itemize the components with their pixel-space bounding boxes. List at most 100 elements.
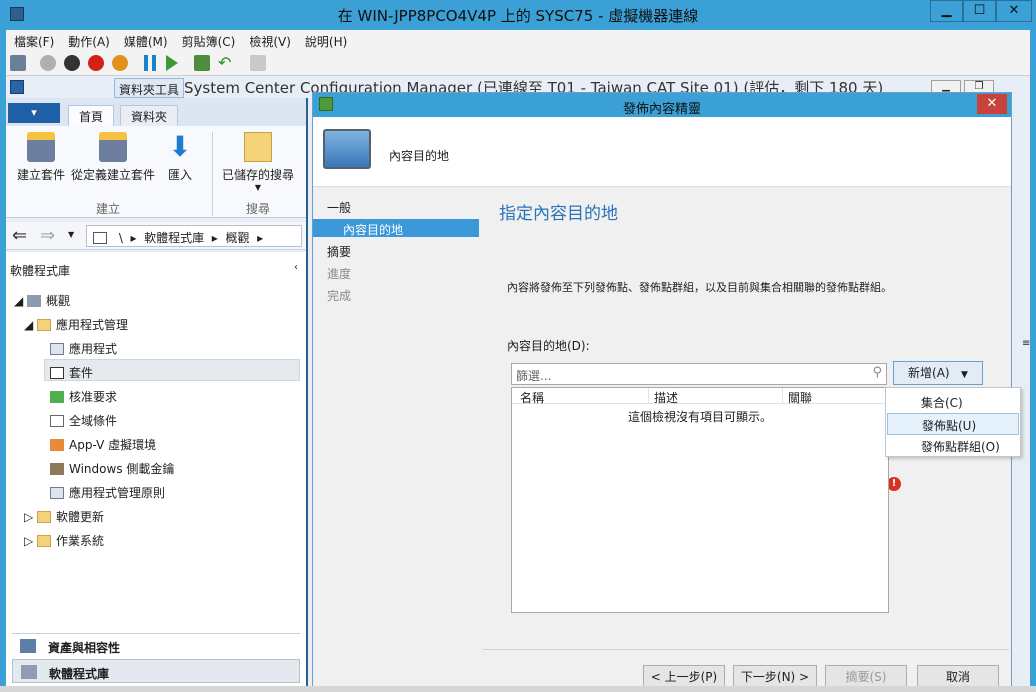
- step-summary: 摘要: [327, 245, 352, 259]
- wizard-title: 發佈內容精靈: [622, 102, 701, 117]
- tree-item-applications[interactable]: 應用程式: [50, 340, 117, 357]
- create-package-label: 建立套件: [16, 168, 65, 182]
- tree-item-software-updates[interactable]: ▷ 軟體更新: [24, 508, 104, 525]
- create-package-from-definition-button[interactable]: 從定義建立套件: [70, 132, 156, 183]
- workspace-software-library-label: 軟體程式庫: [49, 667, 110, 681]
- page-heading: 指定內容目的地: [499, 204, 618, 224]
- tree-item-operating-systems[interactable]: ▷ 作業系統: [24, 532, 104, 549]
- menu-item-distribution-point-group[interactable]: 發佈點群組(O): [887, 435, 1019, 457]
- menu-media[interactable]: 媒體(M): [116, 30, 174, 50]
- ctrl-alt-del-icon[interactable]: [10, 55, 26, 71]
- history-dropdown-icon[interactable]: ▼: [68, 230, 74, 239]
- menu-view[interactable]: 檢視(V): [241, 30, 297, 50]
- tree-item-packages[interactable]: 套件: [50, 364, 93, 381]
- tree-item-global-conditions[interactable]: 全域條件: [50, 412, 117, 429]
- tree-item-sideloading-keys[interactable]: Windows 側載金鑰: [50, 460, 174, 477]
- empty-list-message: 這個檢視沒有項目可顯示。: [627, 410, 772, 424]
- file-menu-button[interactable]: ▾: [8, 103, 60, 123]
- collapse-sidebar-icon[interactable]: ‹: [294, 262, 298, 273]
- filter-input[interactable]: 篩選... ⚲: [511, 363, 887, 385]
- column-name[interactable]: 名稱: [520, 389, 544, 406]
- import-label: 匯入: [167, 168, 192, 182]
- step-progress: 進度: [327, 267, 352, 281]
- group-create-label: 建立: [96, 202, 121, 216]
- overview-icon: [27, 295, 42, 307]
- tree-item-app-management[interactable]: ◢ 應用程式管理: [24, 316, 128, 333]
- minimize-button[interactable]: ▁: [930, 0, 963, 22]
- add-button[interactable]: 新增(A) ▼: [893, 361, 983, 385]
- tab-home[interactable]: 首頁: [68, 105, 115, 126]
- menu-help[interactable]: 說明(H): [297, 30, 353, 50]
- wizard-title-bar: 發佈內容精靈 ✕: [313, 93, 1011, 117]
- workspace-switcher: 資產與相容性 軟體程式庫: [12, 633, 300, 686]
- workspace-software-library[interactable]: 軟體程式庫: [12, 659, 300, 683]
- back-arrow-icon[interactable]: ⇐: [12, 225, 27, 246]
- add-dropdown-icon: ▼: [961, 370, 968, 380]
- menu-file[interactable]: 檔案(F): [6, 30, 60, 50]
- maximize-button[interactable]: ☐: [963, 0, 996, 22]
- content-destination-list[interactable]: 名稱 描述 關聯 這個檢視沒有項目可顯示。: [511, 387, 889, 613]
- shutdown-icon[interactable]: [88, 55, 104, 71]
- guest-screen: 資料夾工具 System Center Configuration Manage…: [6, 76, 1030, 686]
- assets-icon: [20, 639, 36, 653]
- column-divider: [782, 388, 783, 404]
- breadcrumb-overview[interactable]: 概觀: [225, 231, 249, 245]
- saved-searches-button[interactable]: 已儲存的搜尋 ▼: [220, 132, 296, 192]
- breadcrumb-root[interactable]: \: [119, 231, 123, 245]
- import-arrow-icon: ⬇: [168, 130, 192, 163]
- pane-splitter[interactable]: [306, 98, 308, 686]
- workspace-assets-compliance[interactable]: 資產與相容性: [12, 633, 300, 657]
- folder-icon: [37, 319, 52, 331]
- step-completion: 完成: [327, 289, 352, 303]
- resume-icon[interactable]: [166, 55, 178, 71]
- menu-clipboard[interactable]: 剪貼簿(C): [174, 30, 242, 50]
- list-header: 名稱 描述 關聯: [512, 388, 888, 406]
- column-description[interactable]: 描述: [654, 389, 678, 406]
- column-association[interactable]: 關聯: [788, 389, 812, 406]
- breadcrumb-software-library[interactable]: 軟體程式庫: [144, 231, 204, 245]
- tree-item-app-management-policies[interactable]: 應用程式管理原則: [50, 484, 165, 501]
- tree-item-approval-requests[interactable]: 核准要求: [50, 388, 117, 405]
- tree-item-appv-environments[interactable]: App-V 虛擬環境: [50, 436, 156, 453]
- import-button[interactable]: ⬇ 匯入: [162, 132, 198, 183]
- pause-icon[interactable]: [144, 55, 156, 71]
- start-icon[interactable]: [40, 55, 56, 71]
- policy-icon: [50, 487, 64, 499]
- expand-arrow-icon[interactable]: ▷: [24, 534, 37, 548]
- revert-icon[interactable]: ↶: [218, 55, 234, 71]
- next-button[interactable]: 下一步(N) >: [733, 665, 817, 686]
- tree-software-updates-label: 軟體更新: [56, 510, 105, 524]
- tree-policies-label: 應用程式管理原則: [69, 486, 166, 500]
- forward-arrow-icon[interactable]: ⇒: [40, 225, 55, 246]
- expand-arrow-icon[interactable]: ◢: [24, 318, 37, 332]
- tree-item-overview[interactable]: ◢ 概觀: [14, 292, 70, 309]
- checkpoint-icon[interactable]: [194, 55, 210, 71]
- page-description: 內容將發佈至下列發佈點、發佈點群組，以及目前與集合相關聯的發佈點群組。: [507, 281, 892, 294]
- tree-operating-systems-label: 作業系統: [56, 534, 105, 548]
- close-button[interactable]: ✕: [996, 0, 1032, 22]
- cancel-button[interactable]: 取消: [917, 665, 999, 686]
- guest-scrollbar[interactable]: ≡: [1022, 76, 1030, 686]
- ribbon-separator: [212, 132, 213, 216]
- group-search-label: 搜尋: [246, 202, 271, 216]
- search-icon[interactable]: ⚲: [872, 365, 882, 380]
- menu-action[interactable]: 動作(A): [60, 30, 116, 50]
- menu-item-distribution-point[interactable]: 發佈點(U): [887, 413, 1019, 435]
- error-icon: !: [887, 477, 901, 491]
- save-state-icon[interactable]: [112, 55, 128, 71]
- tab-folder[interactable]: 資料夾: [120, 105, 179, 126]
- navigation-bar: ⇐ ⇒ ▼ \ ▸ 軟體程式庫 ▸ 概觀 ▸: [6, 222, 306, 250]
- wizard-header-text: 內容目的地: [389, 149, 450, 163]
- menu-item-collection[interactable]: 集合(C): [887, 391, 1019, 413]
- previous-button[interactable]: < 上一步(P): [643, 665, 725, 686]
- status-strip: [0, 686, 1036, 692]
- wizard-close-button[interactable]: ✕: [977, 94, 1007, 114]
- summary-button[interactable]: 摘要(S): [825, 665, 907, 686]
- enhanced-session-icon[interactable]: [250, 55, 266, 71]
- turn-off-icon[interactable]: [64, 55, 80, 71]
- expand-arrow-icon[interactable]: ▷: [24, 510, 37, 524]
- expand-arrow-icon[interactable]: ◢: [14, 294, 27, 308]
- create-package-button[interactable]: 建立套件: [14, 132, 68, 183]
- folder-tools-tab[interactable]: 資料夾工具: [114, 78, 184, 98]
- step-general: 一般: [327, 201, 352, 215]
